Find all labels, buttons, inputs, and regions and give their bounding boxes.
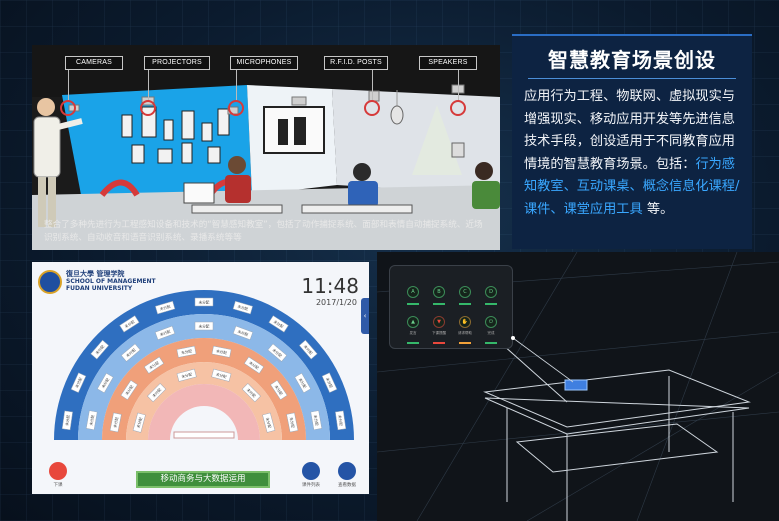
end-class-reminder-icon[interactable]: ▼ <box>433 316 445 328</box>
speaker-highlight-ring <box>450 100 466 116</box>
info-body-tail: 等。 <box>642 201 674 217</box>
interactive-desk-render: A B C D ▲ ▼ ✋ ⏻ 发言 下课提醒 请求帮助 完成 <box>377 252 779 521</box>
callout-line <box>372 70 373 102</box>
key-indicator <box>459 342 471 344</box>
seat[interactable]: 未分配 <box>194 321 214 331</box>
highlight-classroom-tools: 课堂应用工具 <box>563 201 643 217</box>
help-label: 请求帮助 <box>458 331 472 335</box>
key-indicator <box>433 342 445 344</box>
answer-key-a[interactable]: A <box>407 286 419 298</box>
stage: CAMERAS PROJECTORS MICROPHONES R.F.I.D. … <box>0 0 779 521</box>
end-class-button[interactable] <box>49 462 67 480</box>
lectern <box>173 431 235 439</box>
device-label-projectors: PROJECTORS <box>144 56 210 70</box>
device-label-rfid-posts: R.F.I.D. POSTS <box>324 56 388 70</box>
help-hand-icon[interactable]: ✋ <box>459 316 471 328</box>
end-class-label: 下课 <box>53 483 63 488</box>
end-class-reminder-label: 下课提醒 <box>432 331 446 335</box>
projector-highlight-ring <box>140 100 156 116</box>
highlight-separator: 、 <box>550 201 564 217</box>
key-indicator <box>459 303 471 305</box>
callout-line <box>148 70 149 102</box>
seat-map: 未分配未分配未分配未分配未分配未分配未分配未分配未分配未分配未分配未分配未分配未… <box>54 290 354 440</box>
key-indicator <box>485 342 497 344</box>
seat[interactable]: 未分配 <box>194 297 214 307</box>
rfid-highlight-ring <box>364 100 380 116</box>
info-panel: 智慧教育场景创设 应用行为工程、物联网、虚拟现实与增强现实、移动应用开发等先进信… <box>512 34 752 249</box>
courseware-list-label: 课件列表 <box>302 483 320 488</box>
answer-key-b[interactable]: B <box>433 286 445 298</box>
highlight-separator: 、 <box>629 179 643 194</box>
speak-up-label: 发言 <box>409 331 417 335</box>
callout-line <box>68 70 69 102</box>
answer-key-c[interactable]: C <box>459 286 471 298</box>
done-label: 完成 <box>487 331 495 335</box>
device-label-speakers: SPEAKERS <box>419 56 477 70</box>
info-title: 智慧教育场景创设 <box>548 48 716 72</box>
highlight-interactive-desk: 互动课桌 <box>576 179 630 194</box>
desk-control-panel: A B C D ▲ ▼ ✋ ⏻ 发言 下课提醒 请求帮助 完成 <box>389 265 513 349</box>
key-indicator <box>407 342 419 344</box>
device-label-cameras: CAMERAS <box>65 56 123 70</box>
highlight-separator: 、 <box>563 179 577 194</box>
done-power-icon[interactable]: ⏻ <box>485 316 497 328</box>
camera-highlight-ring <box>60 100 76 116</box>
answer-key-d[interactable]: D <box>485 286 497 298</box>
course-title-button[interactable]: 移动商务与大数据运用 <box>136 471 270 488</box>
seat-label: 未分配 <box>199 324 210 329</box>
callout-line <box>236 70 237 102</box>
key-indicator <box>433 303 445 305</box>
info-body: 应用行为工程、物联网、虚拟现实与增强现实、移动应用开发等先进信息技术手段，创设适… <box>524 86 744 221</box>
device-label-microphones: MICROPHONES <box>230 56 298 70</box>
speak-up-icon[interactable]: ▲ <box>407 316 419 328</box>
classroom-seat-app: 復旦大學 管理学院 SCHOOL OF MANAGEMENT FUDAN UNI… <box>32 262 369 494</box>
courseware-list-button[interactable] <box>302 462 320 480</box>
info-divider <box>528 78 736 79</box>
callout-line <box>458 70 459 102</box>
view-data-label: 查看数据 <box>338 483 356 488</box>
seat-label: 未分配 <box>199 300 210 305</box>
scene-caption: 整合了多种先进行为工程感知设备和技术的“智慧感知教室”，包括了动作捕捉系统、面部… <box>44 220 483 243</box>
key-indicator <box>407 303 419 305</box>
key-indicator <box>485 303 497 305</box>
microphone-highlight-ring <box>228 100 244 116</box>
view-data-button[interactable] <box>338 462 356 480</box>
